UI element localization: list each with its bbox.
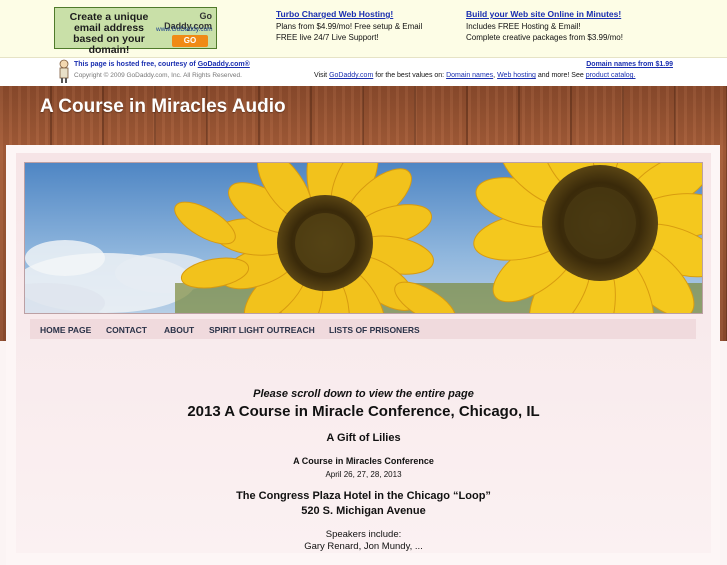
hosted-strip: This page is hosted free, courtesy of Go… — [0, 58, 727, 86]
promo-hosting-line1: Plans from $4.99/mo! Free setup & Email — [276, 21, 423, 31]
nav-about[interactable]: ABOUT — [164, 325, 194, 335]
product-catalog-link[interactable]: product catalog. — [586, 72, 636, 79]
promo-hosting-link[interactable]: Turbo Charged Web Hosting! — [276, 9, 422, 21]
promo-website: Build your Web site Online in Minutes! I… — [466, 9, 623, 44]
promo-hosting: Turbo Charged Web Hosting! Plans from $4… — [276, 9, 422, 44]
visit-text: Visit — [314, 72, 328, 79]
godaddy-mascot-icon — [59, 59, 69, 83]
event-dates: April 26, 27, 28, 2013 — [325, 470, 402, 479]
hosted-courtesy: This page is hosted free, courtesy of Go… — [74, 61, 250, 68]
sunflower-illustration — [25, 163, 702, 313]
best-values-text: for the best values on: — [375, 72, 445, 79]
speakers-list: Gary Renard, Jon Mundy, ... — [304, 541, 423, 552]
event-name: A Course in Miracles Conference — [293, 456, 434, 466]
go-button[interactable]: GO — [172, 35, 208, 47]
ad-url: www.GoDaddy.com — [156, 26, 213, 33]
site-title[interactable]: A Course in Miracles Audio — [40, 96, 286, 118]
hosted-courtesy-text: This page is hosted free, courtesy of — [74, 61, 196, 68]
domain-names-link[interactable]: Domain names from $1.99 — [586, 61, 673, 68]
venue-address: 520 S. Michigan Avenue — [301, 505, 426, 517]
godaddy-logo-icon: Go Daddy.com — [164, 11, 212, 31]
email-ad-button[interactable]: Create a unique email address based on y… — [54, 7, 217, 56]
domain-names-inline-link[interactable]: Domain names — [446, 72, 493, 79]
nav-home-page[interactable]: HOME PAGE — [40, 325, 91, 335]
scroll-note: Please scroll down to view the entire pa… — [253, 388, 474, 400]
promo-website-line2: Complete creative packages from $3.99/mo… — [466, 33, 623, 42]
conference-headline: 2013 A Course in Miracle Conference, Chi… — [187, 403, 540, 420]
copyright: Copyright © 2009 GoDaddy.com, Inc. All R… — [74, 72, 242, 79]
godaddy-link[interactable]: GoDaddy.com® — [198, 61, 250, 68]
comma-text: , — [493, 72, 496, 79]
web-hosting-link[interactable]: Web hosting — [497, 72, 536, 79]
and-more-text: and more! See — [537, 72, 584, 79]
main-nav: HOME PAGE CONTACT ABOUT SPIRIT LIGHT OUT… — [30, 319, 696, 339]
speakers-heading: Speakers include: — [325, 529, 402, 540]
conference-subhead: A Gift of Lilies — [326, 432, 401, 444]
ad-text: Create a unique email address based on y… — [69, 11, 149, 56]
nav-contact[interactable]: CONTACT — [106, 325, 147, 335]
visit-line: Visit GoDaddy.com for the best values on… — [314, 72, 636, 79]
nav-spirit-light-outreach[interactable]: SPIRIT LIGHT OUTREACH — [209, 325, 315, 335]
sunflower-hero-image — [24, 162, 703, 314]
promo-hosting-line2: FREE live 24/7 Live Support! — [276, 33, 379, 42]
venue-name: The Congress Plaza Hotel in the Chicago … — [236, 490, 491, 502]
promo-website-link[interactable]: Build your Web site Online in Minutes! — [466, 9, 623, 21]
promo-website-line1: Includes FREE Hosting & Email! — [466, 21, 581, 31]
nav-lists-of-prisoners[interactable]: LISTS OF PRISONERS — [329, 325, 420, 335]
visit-godaddy-link[interactable]: GoDaddy.com — [329, 72, 373, 79]
godaddy-banner: Create a unique email address based on y… — [0, 0, 727, 58]
